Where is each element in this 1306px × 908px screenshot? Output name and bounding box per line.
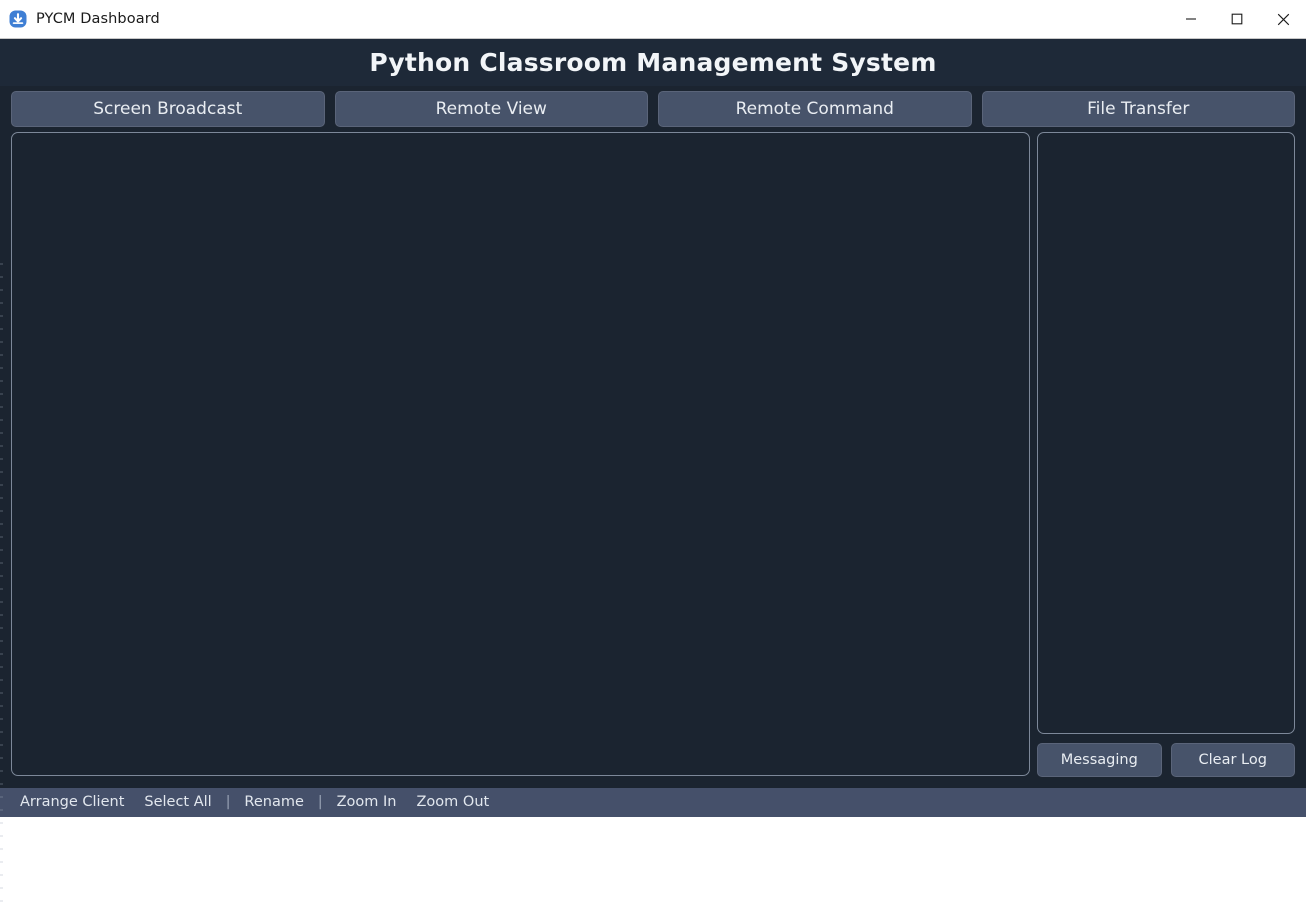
status-bar: Arrange Client Select All | Rename | Zoo… (0, 788, 1306, 817)
page-title: Python Classroom Management System (369, 48, 937, 77)
tab-screen-broadcast[interactable]: Screen Broadcast (11, 91, 325, 127)
status-action-zoom-out[interactable]: Zoom Out (407, 788, 500, 817)
status-action-arrange-client[interactable]: Arrange Client (10, 788, 134, 817)
client-display-panel[interactable] (11, 132, 1030, 776)
right-sidebar: Messaging Clear Log (1037, 132, 1295, 788)
window-controls (1168, 0, 1306, 38)
tab-remote-view[interactable]: Remote View (334, 91, 648, 127)
minimize-button[interactable] (1168, 0, 1214, 38)
close-icon (1277, 13, 1289, 25)
minimize-icon (1186, 18, 1196, 20)
download-circle-icon (9, 10, 27, 28)
close-button[interactable] (1260, 0, 1306, 38)
title-bar: PYCM Dashboard (0, 0, 1306, 39)
status-action-rename[interactable]: Rename (234, 788, 313, 817)
tab-file-transfer[interactable]: File Transfer (981, 91, 1295, 127)
window-title: PYCM Dashboard (36, 11, 160, 27)
main-content-area: Messaging Clear Log (0, 132, 1306, 908)
status-separator-1: | (225, 794, 231, 810)
title-bar-left: PYCM Dashboard (0, 10, 1168, 28)
header-banner: Python Classroom Management System (0, 39, 1306, 86)
tab-bar: Screen Broadcast Remote View Remote Comm… (0, 86, 1306, 132)
tab-remote-command[interactable]: Remote Command (658, 91, 972, 127)
status-action-select-all[interactable]: Select All (134, 788, 221, 817)
clear-log-button[interactable]: Clear Log (1170, 743, 1295, 777)
messaging-button[interactable]: Messaging (1037, 743, 1162, 777)
maximize-icon (1231, 13, 1243, 25)
app-window: PYCM Dashboard Python Classroom Manageme… (0, 0, 1306, 908)
maximize-button[interactable] (1214, 0, 1260, 38)
log-panel[interactable] (1037, 132, 1295, 734)
status-separator-2: | (317, 794, 323, 810)
sidebar-button-row: Messaging Clear Log (1037, 734, 1295, 788)
status-action-zoom-in[interactable]: Zoom In (327, 788, 407, 817)
